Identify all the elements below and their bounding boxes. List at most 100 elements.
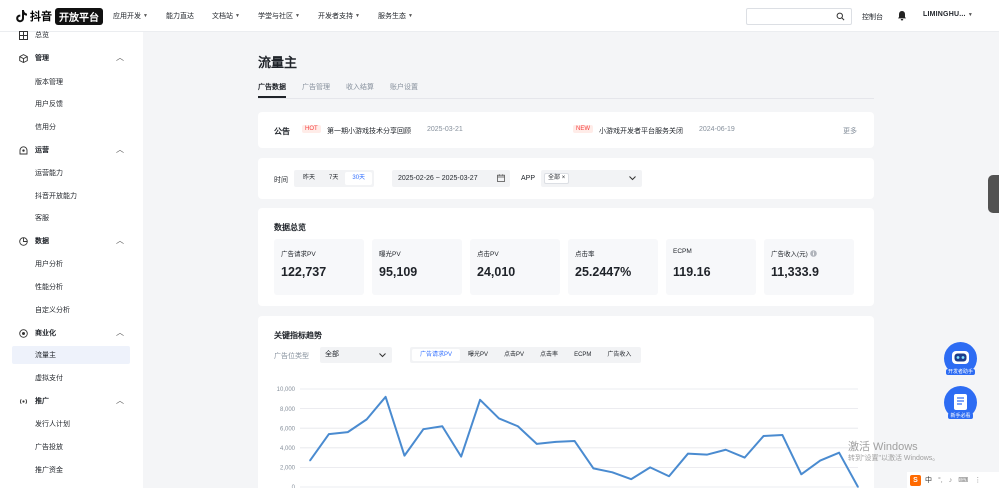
sidebar-item-publisher-plan[interactable]: 发行人计划 — [35, 419, 70, 429]
data-point[interactable] — [687, 452, 689, 455]
dashboard-icon — [19, 30, 28, 40]
data-point[interactable] — [346, 431, 349, 433]
data-point[interactable] — [706, 453, 708, 456]
sidebar-item-overview[interactable]: 总览 — [19, 30, 49, 40]
user-menu[interactable]: LIMINGHU... ▼ — [923, 11, 973, 18]
tab-ad-data[interactable]: 广告数据 — [258, 82, 286, 98]
metric-tab-ecpm[interactable]: ECPM — [566, 349, 599, 361]
nav-menu-academy[interactable]: 学堂与社区 ▼ — [258, 11, 300, 21]
metric-tab-ctr[interactable]: 点击率 — [532, 349, 566, 361]
data-point[interactable] — [328, 433, 330, 435]
sidebar-group-monetization[interactable]: 商业化 — [19, 328, 56, 338]
date-range-picker[interactable]: 2025-02-26 ~ 2025-03-27 — [392, 170, 510, 187]
more-link[interactable]: 更多 — [843, 126, 857, 136]
data-point[interactable] — [535, 443, 538, 445]
data-point[interactable] — [781, 434, 784, 436]
sidebar-item-customer-service[interactable]: 客服 — [35, 213, 49, 223]
search-icon[interactable] — [836, 12, 845, 21]
nav-menu-capabilities[interactable]: 能力直达 — [166, 11, 194, 21]
data-point[interactable] — [384, 396, 387, 398]
data-point[interactable] — [460, 455, 462, 458]
notice-link-1[interactable]: 第一期小游戏技术分享回顾 — [327, 126, 411, 136]
sidebar-item-traffic-owner[interactable]: 流量主 — [35, 350, 56, 360]
ime-keyboard-icon[interactable]: ⌨ — [958, 476, 968, 484]
data-point[interactable] — [309, 459, 311, 462]
sidebar-group-promotion[interactable]: 推广 — [19, 396, 49, 406]
sidebar-group-manage[interactable]: 管理 — [19, 53, 49, 63]
sidebar-item-credit[interactable]: 信用分 — [35, 122, 56, 132]
data-point[interactable] — [668, 475, 670, 478]
side-drawer-handle[interactable] — [988, 175, 999, 213]
data-point[interactable] — [630, 478, 633, 480]
chevron-up-icon[interactable]: ︿ — [116, 144, 124, 155]
sidebar-item-custom-analysis[interactable]: 自定义分析 — [35, 305, 70, 315]
metric-tab-click-pv[interactable]: 点击PV — [496, 349, 532, 361]
data-point[interactable] — [649, 466, 651, 469]
chevron-down-icon — [629, 176, 636, 181]
sidebar-item-virtual-payment[interactable]: 虚拟支付 — [35, 373, 63, 383]
notice-link-2[interactable]: 小游戏开发者平台服务关闭 — [599, 126, 683, 136]
sidebar-item-feedback[interactable]: 用户反馈 — [35, 99, 63, 109]
sidebar-group-operation[interactable]: 运营 — [19, 145, 49, 155]
range-yesterday-button[interactable]: 昨天 — [296, 172, 322, 185]
chevron-up-icon[interactable]: ︿ — [116, 395, 124, 406]
range-30d-button[interactable]: 30天 — [345, 172, 373, 185]
search-input[interactable] — [751, 9, 836, 24]
close-icon[interactable]: × — [562, 175, 566, 181]
data-point[interactable] — [554, 441, 557, 443]
data-point[interactable] — [441, 425, 444, 428]
page-title: 流量主 — [258, 55, 298, 70]
ime-punct-icon[interactable]: °, — [938, 477, 943, 484]
range-7d-button[interactable]: 7天 — [322, 172, 345, 185]
app-chip: 全部 × — [544, 173, 570, 184]
tab-account-settings[interactable]: 账户设置 — [390, 82, 418, 98]
sidebar-item-version[interactable]: 版本管理 — [35, 77, 63, 87]
sogou-ime-icon[interactable]: S — [910, 474, 921, 486]
data-point[interactable] — [800, 473, 803, 476]
sidebar-item-ops-capability[interactable]: 运营能力 — [35, 168, 63, 178]
data-point[interactable] — [838, 451, 840, 454]
nav-menu-docs[interactable]: 文档站 ▼ — [212, 11, 240, 21]
metric-tab-impression-pv[interactable]: 曝光PV — [460, 349, 496, 361]
chevron-up-icon[interactable]: ︿ — [116, 327, 124, 338]
metric-tab-revenue[interactable]: 广告收入 — [599, 349, 639, 361]
nav-menu-app-dev[interactable]: 应用开发 ▼ — [113, 11, 148, 21]
metric-tab-request-pv[interactable]: 广告请求PV — [412, 349, 461, 361]
chevron-up-icon[interactable]: ︿ — [116, 235, 124, 246]
data-point[interactable] — [498, 417, 500, 420]
data-point[interactable] — [403, 454, 406, 457]
sidebar-item-open-capability[interactable]: 抖音开放能力 — [35, 191, 77, 201]
data-point[interactable] — [573, 440, 576, 442]
bell-icon[interactable] — [897, 10, 907, 21]
sidebar-item-user-analysis[interactable]: 用户分析 — [35, 259, 63, 269]
info-icon[interactable] — [810, 250, 817, 257]
data-point[interactable] — [819, 459, 822, 462]
console-link[interactable]: 控制台 — [862, 12, 883, 22]
data-point[interactable] — [743, 456, 746, 459]
sidebar-item-perf-analysis[interactable]: 性能分析 — [35, 282, 63, 292]
logo-badge: 开放平台 — [55, 7, 103, 25]
chevron-down-icon: ▼ — [355, 13, 360, 19]
tab-ad-management[interactable]: 广告管理 — [302, 82, 330, 98]
ime-mic-icon[interactable]: ♪ — [949, 477, 953, 484]
ime-mode[interactable]: 中 — [925, 475, 932, 485]
data-point[interactable] — [724, 448, 727, 451]
tab-income-settlement[interactable]: 收入结算 — [346, 82, 374, 98]
nav-menu-dev-support[interactable]: 开发者支持 ▼ — [318, 11, 360, 21]
sidebar-item-ad-delivery[interactable]: 广告投放 — [35, 442, 63, 452]
data-point[interactable] — [592, 467, 595, 470]
app-select[interactable]: 全部 × — [541, 170, 642, 187]
nav-menu-ecosystem[interactable]: 服务生态 ▼ — [378, 11, 413, 21]
data-point[interactable] — [479, 398, 481, 401]
data-point[interactable] — [422, 428, 425, 430]
data-point[interactable] — [762, 435, 765, 437]
data-point[interactable] — [517, 425, 519, 428]
platform-logo[interactable]: 抖音 开放平台 — [15, 7, 103, 25]
ime-menu-icon[interactable]: ⋮ — [974, 476, 981, 484]
sidebar-group-data[interactable]: 数据 — [19, 236, 49, 246]
sidebar-item-promo-funds[interactable]: 推广资金 — [35, 465, 63, 475]
data-point[interactable] — [611, 471, 614, 474]
data-point[interactable] — [365, 418, 368, 421]
chevron-up-icon[interactable]: ︿ — [116, 52, 124, 63]
ad-type-select[interactable]: 全部 — [320, 347, 392, 363]
